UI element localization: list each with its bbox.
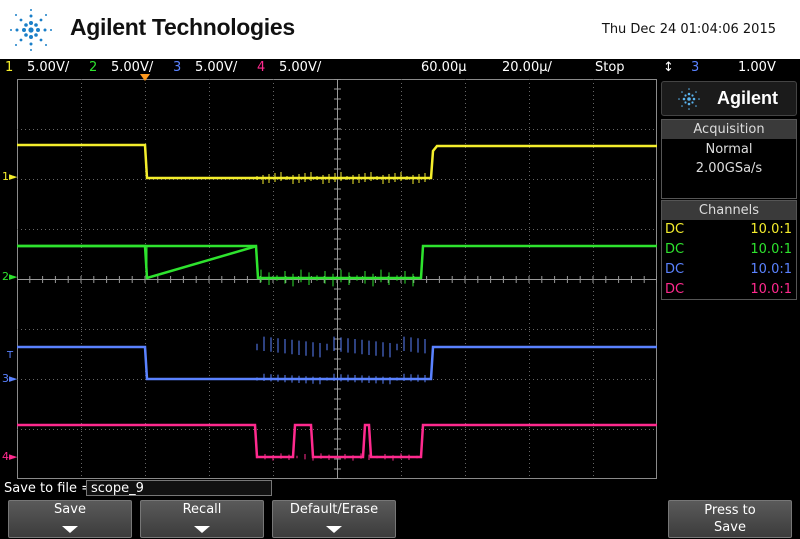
channel-coupling: DC	[665, 262, 685, 277]
ch3-number[interactable]: 3	[173, 60, 181, 75]
trigger-position-icon[interactable]	[140, 74, 150, 81]
brand-title: Agilent Technologies	[70, 14, 295, 40]
channel-probe-ratio: 10.0:1	[750, 262, 792, 277]
ch2-number[interactable]: 2	[89, 60, 97, 75]
waveform-display[interactable]	[17, 79, 657, 479]
channel-row-3: DC 10.0:1	[662, 260, 796, 280]
channel-coupling: DC	[665, 242, 685, 257]
datetime-display: Thu Dec 24 01:04:06 2015	[601, 22, 776, 37]
channel-coupling: DC	[665, 222, 685, 237]
save-softkey[interactable]: Save	[8, 500, 132, 538]
channel-row-4: DC 10.0:1	[662, 280, 796, 300]
ground-icon: ►	[9, 170, 18, 183]
channels-box: Channels DC 10.0:1 DC 10.0:1 DC 10.0:1 DC 10.0:…	[661, 200, 797, 300]
panel-logo: Agilent	[661, 81, 797, 116]
ch4-scale[interactable]: 5.00V/	[279, 60, 321, 75]
ch2-marker-label: 2	[2, 270, 9, 283]
agilent-spark-small-icon	[678, 88, 700, 110]
ch1-ground-marker[interactable]: 1►	[2, 170, 17, 183]
save-to-file-row: Save to file = scope_9	[0, 480, 660, 498]
press-to-save-line1: Press to	[704, 503, 756, 518]
ground-icon: ►	[9, 450, 18, 463]
horizontal-scale[interactable]: 20.00µ/	[502, 60, 552, 75]
ch3-scale[interactable]: 5.00V/	[195, 60, 237, 75]
recall-softkey[interactable]: Recall	[140, 500, 264, 538]
ch2-scale[interactable]: 5.00V/	[111, 60, 153, 75]
ch1-number[interactable]: 1	[5, 60, 13, 75]
ch3-marker-label: 3	[2, 372, 9, 385]
sample-rate: 2.00GSa/s	[695, 161, 763, 176]
acquisition-box: Acquisition Normal 2.00GSa/s	[661, 119, 797, 199]
recall-softkey-label: Recall	[182, 502, 222, 517]
save-softkey-label: Save	[54, 502, 86, 517]
default-erase-softkey-label: Default/Erase	[289, 502, 379, 517]
trigger-slope-icon: ↕	[663, 60, 674, 75]
ch4-marker-label: 4	[2, 450, 9, 463]
down-arrow-icon	[194, 526, 210, 533]
channel-probe-ratio: 10.0:1	[750, 222, 792, 237]
filename-field[interactable]: scope_9	[86, 480, 272, 496]
ground-icon: ►	[9, 372, 18, 385]
down-arrow-icon	[326, 526, 342, 533]
default-erase-softkey[interactable]: Default/Erase	[272, 500, 396, 538]
channel-probe-ratio: 10.0:1	[750, 242, 792, 257]
acquisition-title: Acquisition	[662, 120, 796, 139]
ch1-scale[interactable]: 5.00V/	[27, 60, 69, 75]
down-arrow-icon	[62, 526, 78, 533]
header-bar: Agilent Technologies Thu Dec 24 01:04:06…	[0, 0, 800, 59]
ch2-ground-marker[interactable]: 2►	[2, 270, 17, 283]
press-to-save-softkey[interactable]: Press to Save	[668, 500, 792, 538]
ch4-ground-marker[interactable]: 4►	[2, 450, 17, 463]
panel-logo-text: Agilent	[717, 88, 778, 108]
save-to-file-label: Save to file =	[4, 481, 93, 496]
ch4-number[interactable]: 4	[257, 60, 265, 75]
trigger-level[interactable]: 1.00V	[738, 60, 776, 75]
status-bar: 1 5.00V/ 2 5.00V/ 3 5.00V/ 4 5.00V/ 60.0…	[0, 59, 800, 78]
trigger-level-marker[interactable]: T	[7, 350, 13, 361]
right-info-panel: Agilent Acquisition Normal 2.00GSa/s Cha…	[661, 81, 797, 300]
ch3-ground-marker[interactable]: 3►	[2, 372, 17, 385]
horizontal-delay[interactable]: 60.00µ	[421, 60, 467, 75]
ch1-marker-label: 1	[2, 170, 9, 183]
trigger-source[interactable]: 3	[691, 60, 699, 75]
channels-title: Channels	[662, 201, 796, 220]
acquisition-mode: Normal	[705, 142, 753, 157]
agilent-spark-logo-icon	[10, 9, 52, 51]
channel-row-1: DC 10.0:1	[662, 220, 796, 240]
channel-coupling: DC	[665, 282, 685, 297]
press-to-save-line2: Save	[714, 520, 746, 535]
channel-probe-ratio: 10.0:1	[750, 282, 792, 297]
run-state[interactable]: Stop	[595, 60, 625, 75]
channel-row-2: DC 10.0:1	[662, 240, 796, 260]
ground-icon: ►	[9, 270, 18, 283]
